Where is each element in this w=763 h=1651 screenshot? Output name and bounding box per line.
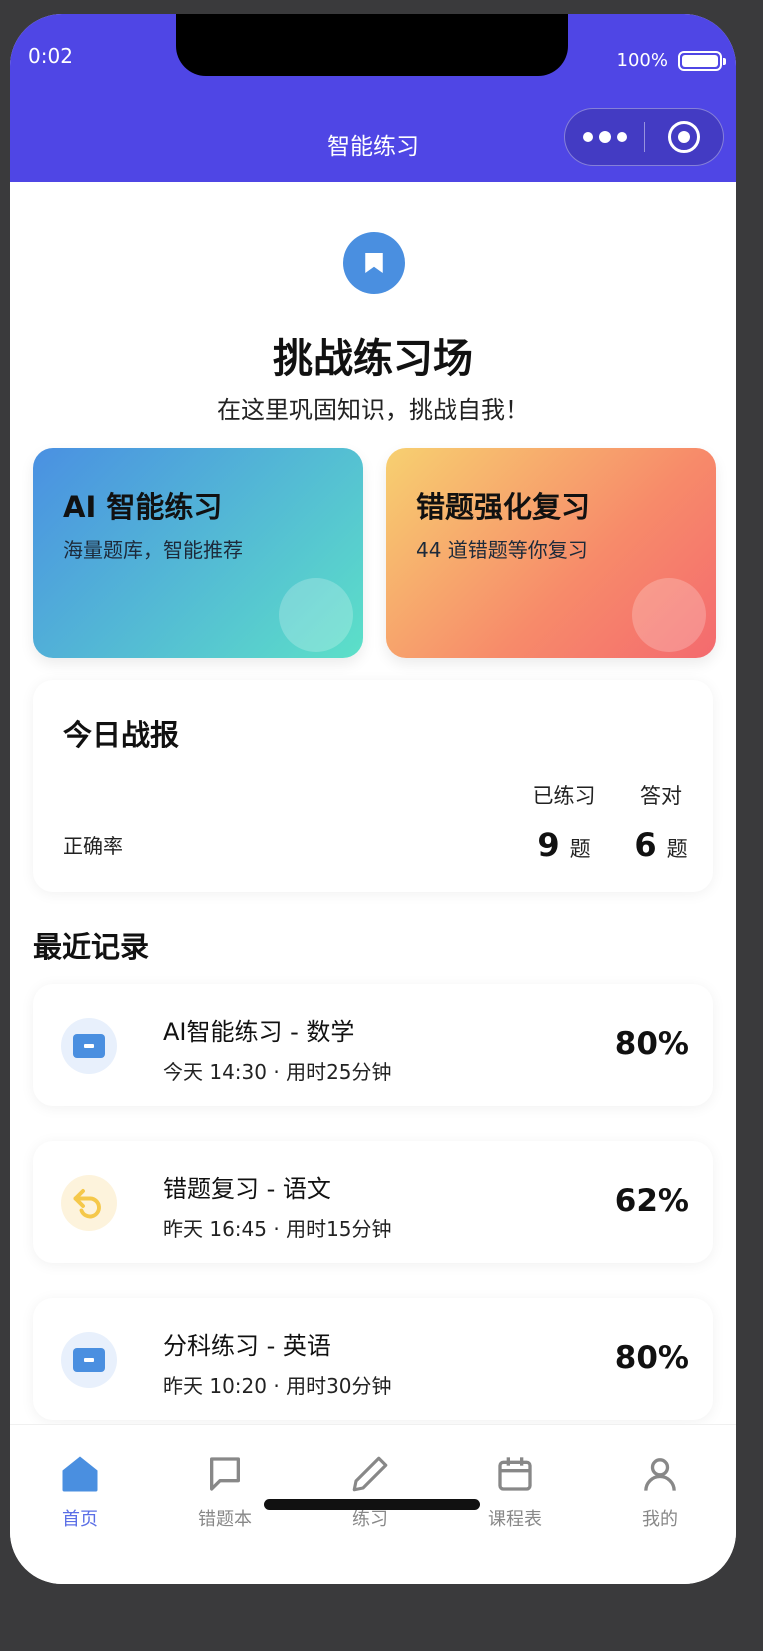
list-item[interactable]: AI智能练习 - 数学 今天 14:30 · 用时25分钟 80% [33, 984, 713, 1106]
stat-label: 已练习 [532, 784, 596, 808]
correct-stat: 答对 6 题 [619, 780, 703, 864]
wrong-review-card[interactable]: 错题强化复习 44 道错题等你复习 [386, 448, 716, 658]
stat-value: 9 [537, 826, 560, 864]
hero-subtitle: 在这里巩固知识，挑战自我！ [217, 396, 529, 424]
calendar-icon [460, 1451, 570, 1497]
feature-title: 错题强化复习 [416, 490, 591, 524]
record-meta: 今天 14:30 · 用时25分钟 [163, 1060, 392, 1084]
notch [176, 14, 568, 76]
home-icon [25, 1451, 135, 1497]
tab-practice[interactable]: 练习 [315, 1451, 425, 1531]
record-score: 80% [614, 1340, 689, 1376]
battery-status: 100% [616, 50, 726, 71]
message-square-icon [170, 1451, 280, 1497]
ai-practice-card[interactable]: AI 智能练习 海量题库，智能推荐 [33, 448, 363, 658]
stat-unit: 题 [666, 837, 688, 861]
tab-home[interactable]: 首页 [25, 1451, 135, 1531]
recent-records-title: 最近记录 [33, 930, 150, 964]
practiced-stat: 已练习 9 题 [519, 780, 609, 864]
tab-schedule[interactable]: 课程表 [460, 1451, 570, 1531]
feature-title: AI 智能练习 [63, 490, 223, 524]
decoration-icon [632, 578, 706, 652]
record-meta: 昨天 10:20 · 用时30分钟 [163, 1374, 392, 1398]
status-time: 0:02 [28, 44, 73, 68]
feature-desc: 海量题库，智能推荐 [63, 538, 243, 562]
mini-program-capsule [564, 108, 724, 166]
user-icon [605, 1451, 715, 1497]
close-target-icon[interactable] [645, 121, 723, 153]
pencil-icon [315, 1451, 425, 1497]
home-indicator [264, 1499, 480, 1510]
tab-label: 错题本 [198, 1509, 252, 1530]
list-item[interactable]: 错题复习 - 语文 昨天 16:45 · 用时15分钟 62% [33, 1141, 713, 1263]
record-score: 62% [614, 1183, 689, 1219]
stat-label: 答对 [640, 784, 682, 808]
record-title: 分科练习 - 英语 [163, 1332, 331, 1360]
phone-screen: 0:02 100% 智能练习 挑战练习场 在这里巩固知识，挑战自我！ AI 智能… [10, 14, 736, 1584]
decoration-icon [279, 578, 353, 652]
report-title: 今日战报 [63, 718, 180, 752]
feature-desc: 44 道错题等你复习 [416, 538, 588, 562]
ticket-icon [61, 1332, 117, 1388]
undo-icon [61, 1175, 117, 1231]
list-item[interactable]: 分科练习 - 英语 昨天 10:20 · 用时30分钟 80% [33, 1298, 713, 1420]
daily-report-card: 今日战报 正确率 已练习 9 题 答对 6 题 [33, 680, 713, 892]
hero-title: 挑战练习场 [273, 336, 473, 382]
record-title: AI智能练习 - 数学 [163, 1018, 355, 1046]
tab-profile[interactable]: 我的 [605, 1451, 715, 1531]
more-icon[interactable] [565, 130, 644, 143]
battery-icon [678, 50, 726, 71]
battery-percent: 100% [616, 50, 668, 71]
accuracy-label: 正确率 [63, 834, 123, 858]
ticket-icon [61, 1018, 117, 1074]
stat-value: 6 [634, 826, 657, 864]
record-title: 错题复习 - 语文 [163, 1175, 331, 1203]
stat-unit: 题 [569, 837, 591, 861]
record-score: 80% [614, 1026, 689, 1062]
tab-bar: 首页 错题本 练习 课程表 我的 [10, 1424, 736, 1584]
bookmark-icon [343, 232, 405, 294]
record-meta: 昨天 16:45 · 用时15分钟 [163, 1217, 392, 1241]
header-bar: 0:02 100% 智能练习 [10, 14, 736, 182]
tab-label: 首页 [62, 1509, 98, 1530]
tab-wrong-book[interactable]: 错题本 [170, 1451, 280, 1531]
tab-label: 我的 [642, 1509, 678, 1530]
